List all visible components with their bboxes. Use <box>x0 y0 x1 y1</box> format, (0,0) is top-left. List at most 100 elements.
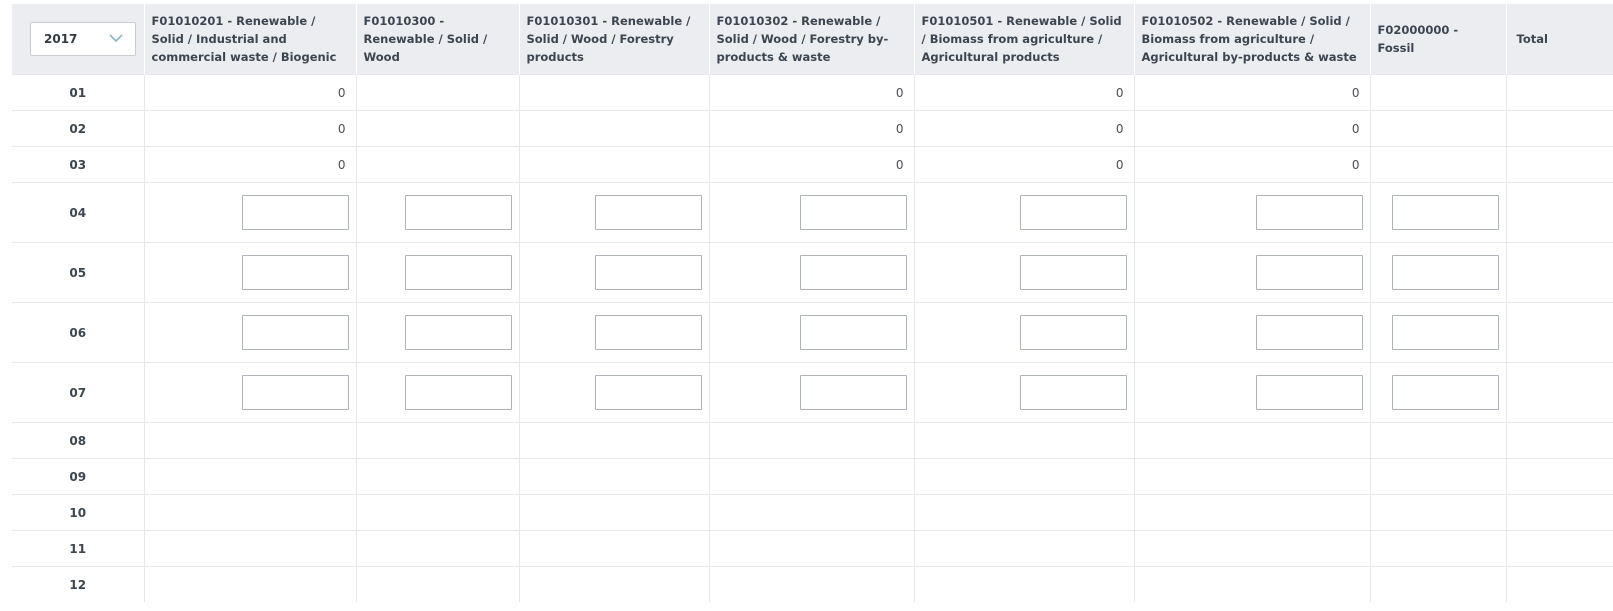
table-cell <box>518 110 709 147</box>
table-cell <box>1133 530 1370 567</box>
value-input[interactable] <box>1019 375 1127 410</box>
table-row: 12 <box>12 566 1613 602</box>
table-cell <box>143 362 356 423</box>
value-input[interactable] <box>1391 315 1499 350</box>
row-label: 11 <box>12 530 144 567</box>
table-row: 02 0 0 0 0 <box>12 110 1613 147</box>
value-input[interactable] <box>1019 315 1127 350</box>
row-label: 05 <box>12 242 144 303</box>
table-cell <box>1133 494 1370 531</box>
table-cell <box>1369 566 1506 602</box>
value-input[interactable] <box>404 255 512 290</box>
row-label: 10 <box>12 494 144 531</box>
value-input[interactable] <box>404 195 512 230</box>
value-input[interactable] <box>594 255 702 290</box>
table-cell <box>708 530 914 567</box>
table-row: 06 <box>12 302 1613 363</box>
total-cell <box>1505 422 1613 459</box>
row-label: 01 <box>12 74 144 111</box>
column-header-label: F01010501 - Renewable / Solid / Biomass … <box>921 14 1122 64</box>
table-cell <box>708 302 914 363</box>
table-cell <box>143 182 356 243</box>
value-input[interactable] <box>1255 195 1363 230</box>
column-header: F01010302 - Renewable / Solid / Wood / F… <box>708 4 914 75</box>
table-cell <box>1133 566 1370 602</box>
value-input[interactable] <box>799 375 907 410</box>
table-cell: 0 <box>708 110 914 147</box>
table-cell <box>1369 110 1506 147</box>
table-cell: 0 <box>1133 74 1370 111</box>
table-cell <box>518 302 709 363</box>
value-input[interactable] <box>1019 255 1127 290</box>
table-cell <box>913 362 1134 423</box>
value-input[interactable] <box>1255 255 1363 290</box>
column-header-label: F01010300 - Renewable / Solid / Wood <box>363 14 488 64</box>
table-cell <box>518 530 709 567</box>
row-label: 09 <box>12 458 144 495</box>
column-header-label: F01010201 - Renewable / Solid / Industri… <box>151 14 337 64</box>
total-cell <box>1505 146 1613 183</box>
value-input[interactable] <box>594 195 702 230</box>
year-select[interactable]: 2017 <box>30 22 136 56</box>
total-cell <box>1505 302 1613 363</box>
value-input[interactable] <box>1391 375 1499 410</box>
table-cell <box>355 182 519 243</box>
table-cell <box>913 422 1134 459</box>
table-cell <box>355 110 519 147</box>
table-row: 04 <box>12 182 1613 243</box>
table-cell <box>1369 530 1506 567</box>
table-cell <box>1369 422 1506 459</box>
total-cell <box>1505 110 1613 147</box>
table-cell <box>913 242 1134 303</box>
table-cell: 0 <box>913 110 1134 147</box>
chevron-down-icon <box>109 34 123 43</box>
table-cell <box>913 494 1134 531</box>
total-cell <box>1505 362 1613 423</box>
value-input[interactable] <box>1255 375 1363 410</box>
table-row: 10 <box>12 494 1613 531</box>
table-cell <box>518 362 709 423</box>
value-input[interactable] <box>1255 315 1363 350</box>
table-cell <box>1133 422 1370 459</box>
value-input[interactable] <box>1391 195 1499 230</box>
year-header-cell: 2017 <box>12 4 144 75</box>
table-cell <box>1133 242 1370 303</box>
table-row: 05 <box>12 242 1613 303</box>
column-header: F01010502 - Renewable / Solid / Biomass … <box>1133 4 1370 75</box>
table-cell: 0 <box>143 110 356 147</box>
table-cell <box>518 458 709 495</box>
table-cell: 0 <box>913 146 1134 183</box>
value-input[interactable] <box>594 315 702 350</box>
table-cell <box>143 302 356 363</box>
table-cell <box>355 566 519 602</box>
value-input[interactable] <box>594 375 702 410</box>
value-input[interactable] <box>1391 255 1499 290</box>
value-input[interactable] <box>241 375 349 410</box>
table-cell <box>913 458 1134 495</box>
table-cell <box>1369 182 1506 243</box>
table-cell <box>143 494 356 531</box>
value-input[interactable] <box>241 255 349 290</box>
table-cell <box>1369 146 1506 183</box>
value-input[interactable] <box>404 375 512 410</box>
value-input[interactable] <box>799 315 907 350</box>
table-cell: 0 <box>913 74 1134 111</box>
column-header-total: Total <box>1505 4 1613 75</box>
table-cell <box>1369 458 1506 495</box>
column-header: F01010501 - Renewable / Solid / Biomass … <box>913 4 1134 75</box>
value-input[interactable] <box>241 315 349 350</box>
table-cell <box>355 242 519 303</box>
table-cell: 0 <box>708 146 914 183</box>
value-input[interactable] <box>241 195 349 230</box>
column-header-label: F01010502 - Renewable / Solid / Biomass … <box>1141 14 1357 64</box>
value-input[interactable] <box>404 315 512 350</box>
column-header-label: Total <box>1516 32 1548 46</box>
table-cell <box>1369 302 1506 363</box>
total-cell <box>1505 530 1613 567</box>
table-cell <box>143 530 356 567</box>
value-input[interactable] <box>799 255 907 290</box>
value-input[interactable] <box>799 195 907 230</box>
table-cell: 0 <box>1133 146 1370 183</box>
value-input[interactable] <box>1019 195 1127 230</box>
table-cell <box>913 530 1134 567</box>
